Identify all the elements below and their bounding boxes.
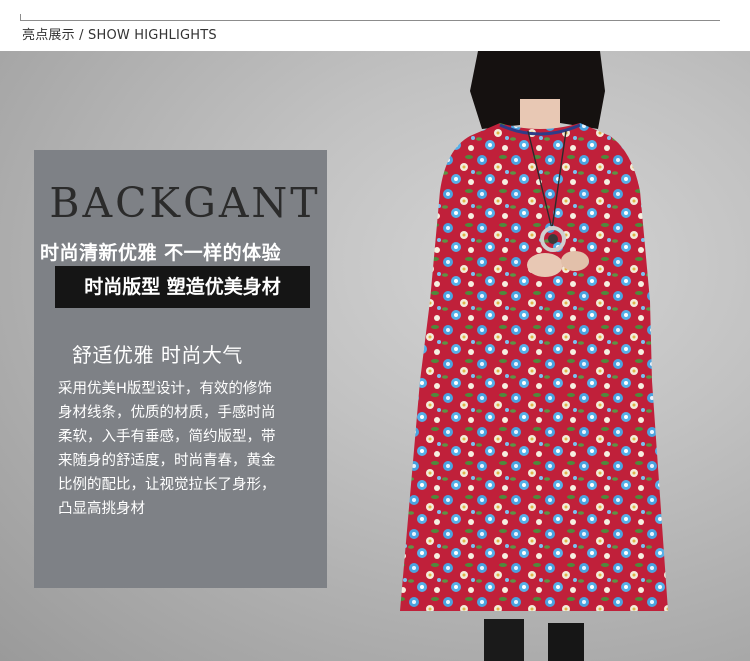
feature-subhead: 舒适优雅 时尚大气	[72, 343, 243, 367]
feature-tag: 时尚版型 塑造优美身材	[55, 266, 310, 308]
feature-description: 采用优美H版型设计，有效的修饰 身材线条，优质的材质，手感时尚 柔软，入手有垂感…	[58, 377, 320, 521]
slogan: 时尚清新优雅 不一样的体验	[40, 242, 282, 264]
section-header: 亮点展示 / SHOW HIGHLIGHTS	[0, 0, 750, 51]
header-divider	[20, 20, 720, 21]
description-line: 来随身的舒适度，时尚青春，黄金	[58, 453, 276, 469]
brand-title: BACKGANT	[49, 179, 321, 227]
description-line: 凸显高挑身材	[58, 501, 145, 517]
description-line: 采用优美H版型设计，有效的修饰	[58, 381, 272, 397]
description-line: 身材线条，优质的材质，手感时尚	[58, 405, 276, 421]
section-title: 亮点展示 / SHOW HIGHLIGHTS	[22, 28, 217, 43]
description-line: 柔软，入手有垂感，简约版型，带	[58, 429, 276, 445]
hero-banner: BACKGANT 时尚清新优雅 不一样的体验 时尚版型 塑造优美身材 舒适优雅 …	[0, 51, 750, 661]
description-line: 比例的配比，让视觉拉长了身形，	[58, 477, 276, 493]
